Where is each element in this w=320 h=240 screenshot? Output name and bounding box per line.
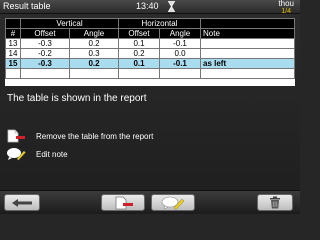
h-offset-cell: 0.1 [118,58,160,69]
table-row-empty [5,68,295,79]
group-header-row: Vertical Horizontal [5,18,295,29]
result-table-screen: Result table 13:40 thou 1/4 Vertical Hor… [0,0,300,214]
col-header-h-angle: Angle [159,28,201,39]
col-header-num: # [5,28,21,39]
remove-from-report-icon [115,196,133,209]
row-num: 13 [5,38,21,49]
col-header-v-angle: Angle [69,28,119,39]
remove-from-report-action[interactable]: Remove the table from the report [6,129,153,143]
group-header-vertical: Vertical [20,18,119,29]
col-header-v-offset: Offset [20,28,70,39]
screen-title: Result table [3,1,51,11]
top-bar: Result table 13:40 thou 1/4 [0,0,300,16]
back-arrow-icon [12,198,32,207]
clock: 13:40 [136,1,159,11]
note-cell [200,48,295,59]
table-row[interactable]: 14 -0.2 0.3 0.2 0.0 [5,48,295,59]
v-offset-cell: -0.3 [20,58,70,69]
v-offset-cell: -0.2 [20,48,70,59]
remove-from-report-label: Remove the table from the report [36,131,154,141]
group-header-blank-note [200,18,295,29]
unit-label: thou [278,0,294,8]
table-row[interactable]: 13 -0.3 0.2 0.1 -0.1 [5,38,295,49]
unit-indicator: thou 1/4 [278,0,294,16]
group-header-blank [5,18,21,29]
row-num: 15 [5,58,21,69]
edit-note-label: Edit note [36,149,68,159]
edit-note-button[interactable] [151,194,195,211]
result-table-panel: Vertical Horizontal # Offset Angle Offse… [5,18,295,86]
group-header-horizontal: Horizontal [118,18,201,29]
edit-note-icon [7,148,26,161]
trash-icon [270,196,280,209]
hourglass-icon [167,1,176,12]
remove-from-report-button[interactable] [101,194,145,211]
result-table: Vertical Horizontal # Offset Angle Offse… [5,18,295,79]
v-angle-cell: 0.2 [69,58,119,69]
delete-table-button[interactable] [257,194,293,211]
v-offset-cell: -0.3 [20,38,70,49]
status-message: The table is shown in the report [7,93,147,104]
remove-from-report-icon [7,129,25,143]
h-angle-cell: -0.1 [159,58,201,69]
unit-resolution: 1/4 [281,8,292,15]
v-angle-cell: 0.3 [69,48,119,59]
h-angle-cell: 0.0 [159,48,201,59]
edit-note-icon [161,196,185,210]
note-cell: as left [200,58,295,69]
table-row-selected[interactable]: 15 -0.3 0.2 0.1 -0.1 as left [5,58,295,69]
h-angle-cell: -0.1 [159,38,201,49]
column-header-row: # Offset Angle Offset Angle Note [5,28,295,39]
edit-note-action[interactable]: Edit note [6,147,68,161]
row-num: 14 [5,48,21,59]
col-header-h-offset: Offset [118,28,160,39]
col-header-note: Note [200,28,295,39]
h-offset-cell: 0.2 [118,48,160,59]
h-offset-cell: 0.1 [118,38,160,49]
v-angle-cell: 0.2 [69,38,119,49]
bottom-toolbar [0,190,300,214]
back-button[interactable] [4,194,40,211]
note-cell [200,38,295,49]
